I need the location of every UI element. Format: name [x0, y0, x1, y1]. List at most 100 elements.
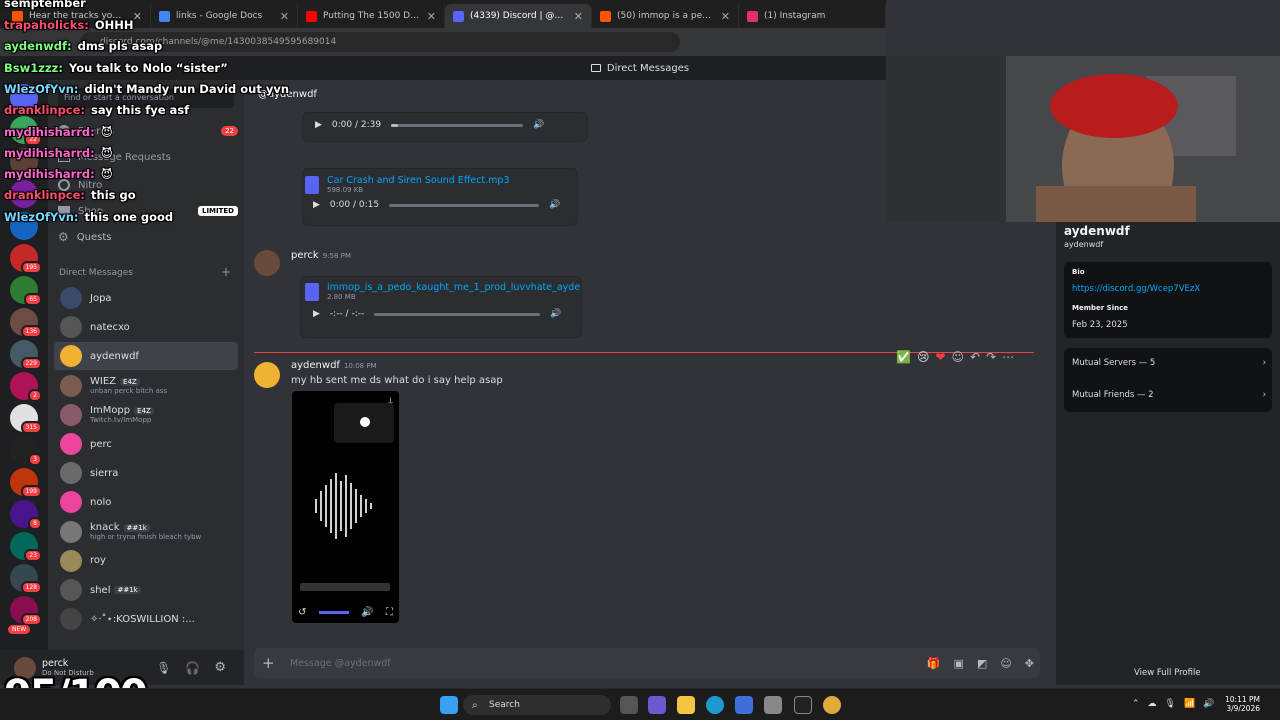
browser-tab[interactable]: Putting The 1500 Demon On A ✕: [298, 4, 445, 28]
chrome-icon[interactable]: [823, 696, 841, 714]
volume-icon[interactable]: 🔊: [549, 200, 560, 210]
add-attachment-icon[interactable]: +: [262, 654, 275, 672]
volume-icon[interactable]: 🔊: [550, 309, 561, 319]
dm-item[interactable]: ✧·˚⋆:KOSWILLION :...: [54, 605, 238, 633]
inbox-icon: [590, 64, 601, 72]
file-name[interactable]: immop_is_a_pedo_kaught_me_1_prod_luvvhat…: [327, 282, 580, 293]
headphones-icon[interactable]: 🎧: [185, 661, 200, 675]
streamer-webcam: [886, 56, 1280, 222]
mutual-friends-row[interactable]: Mutual Friends — 2 ›: [1072, 390, 1266, 400]
heart-reaction-icon[interactable]: ❤: [935, 350, 945, 364]
close-tab-icon[interactable]: ✕: [574, 10, 583, 23]
quests-nav-item[interactable]: ⚙ Quests: [58, 226, 238, 248]
play-icon[interactable]: ▶: [315, 120, 322, 130]
sticker-icon[interactable]: ◩: [977, 657, 987, 670]
server-icon[interactable]: 229: [10, 340, 42, 370]
server-icon[interactable]: 208: [10, 596, 42, 626]
author-avatar[interactable]: [254, 362, 280, 388]
message-author[interactable]: perck: [291, 250, 319, 261]
video-progress-bar[interactable]: [318, 610, 349, 614]
browser-tab[interactable]: links - Google Docs ✕: [151, 4, 298, 28]
fullscreen-icon[interactable]: ⛶: [386, 607, 393, 618]
audio-progress-bar[interactable]: [389, 203, 540, 207]
message-author[interactable]: aydenwdf: [291, 360, 340, 371]
edge-icon[interactable]: [706, 696, 724, 714]
dm-item[interactable]: perc: [54, 430, 238, 458]
emoji-icon[interactable]: ☺: [1000, 657, 1011, 670]
dm-text: ImMopp E4Z Twitch.tv/ImMopp: [90, 405, 154, 424]
discord-taskbar-icon[interactable]: [764, 696, 782, 714]
dm-item[interactable]: roy: [54, 547, 238, 575]
server-icon[interactable]: 128: [10, 564, 42, 594]
dm-item[interactable]: WIEZ E4Z unban perck bitch ass: [54, 372, 238, 400]
overlay-chat-line: dranklinpce: this go: [4, 188, 136, 202]
forward-icon[interactable]: ↷: [986, 350, 996, 364]
server-icon[interactable]: 315: [10, 404, 42, 434]
server-icon[interactable]: 136: [10, 308, 42, 338]
file-name[interactable]: Car Crash and Siren Sound Effect.mp3: [327, 175, 510, 186]
play-icon[interactable]: ▶: [313, 309, 320, 319]
address-bar[interactable]: discord.com/channels/@me/143003854959568…: [80, 32, 680, 52]
task-view-icon[interactable]: [620, 696, 638, 714]
overlay-chat-text: OHHH: [94, 18, 134, 32]
browser-tab[interactable]: (50) immop is a pedo/ kaught ✕: [592, 4, 739, 28]
gift-icon[interactable]: 🎁: [927, 657, 941, 670]
check-reaction-icon[interactable]: ✅: [896, 350, 911, 364]
more-icon[interactable]: ⋯: [1002, 350, 1014, 364]
dm-item[interactable]: ImMopp E4Z Twitch.tv/ImMopp: [54, 401, 238, 429]
mutuals-card: Mutual Servers — 5 › Mutual Friends — 2 ›: [1064, 348, 1272, 412]
replay-icon[interactable]: ↺: [298, 607, 306, 618]
app-taskbar-icon[interactable]: [794, 696, 812, 714]
server-icon[interactable]: 199: [10, 468, 42, 498]
apps-icon[interactable]: ✥: [1025, 657, 1034, 670]
browser-tab-active[interactable]: (4339) Discord | @aydenwdf ✕: [445, 4, 592, 28]
close-tab-icon[interactable]: ✕: [280, 10, 289, 23]
server-icon[interactable]: 8: [10, 500, 42, 530]
dm-item[interactable]: shel ##1k: [54, 576, 238, 604]
dm-name-row: WIEZ E4Z: [90, 376, 167, 387]
server-icon[interactable]: 2: [10, 372, 42, 402]
gif-icon[interactable]: ▣: [954, 657, 964, 670]
close-tab-icon[interactable]: ✕: [427, 10, 436, 23]
microphone-icon[interactable]: 🎙: [156, 661, 171, 675]
server-icon[interactable]: 195: [10, 244, 42, 274]
server-mention-badge: 195: [20, 261, 42, 274]
copilot-icon[interactable]: [648, 696, 666, 714]
volume-icon[interactable]: 🔊: [361, 607, 373, 618]
mutual-servers-row[interactable]: Mutual Servers — 5 ›: [1072, 358, 1266, 368]
message-actions: ✅ 😢 ❤ ☺ ↶ ↷ ⋯: [896, 350, 1014, 364]
close-tab-icon[interactable]: ✕: [721, 10, 730, 23]
cry-reaction-icon[interactable]: 😢: [917, 350, 930, 364]
audio-progress-bar[interactable]: [391, 123, 524, 127]
server-icon[interactable]: 23: [10, 532, 42, 562]
reply-icon[interactable]: ↶: [970, 350, 980, 364]
bio-link[interactable]: https://discord.gg/Wcep7VEzX: [1072, 284, 1200, 294]
author-avatar[interactable]: [254, 250, 280, 276]
add-reaction-icon[interactable]: ☺: [952, 350, 965, 364]
dm-item[interactable]: aydenwdf: [54, 342, 238, 371]
dm-item[interactable]: nolo: [54, 488, 238, 516]
server-icon[interactable]: 3: [10, 436, 42, 466]
taskbar-search[interactable]: ⌕ Search: [463, 695, 611, 715]
video-attachment[interactable]: ⤓ ↺ 🔊 ⛶: [292, 391, 399, 623]
file-explorer-icon[interactable]: [677, 696, 695, 714]
store-icon[interactable]: [735, 696, 753, 714]
dm-item[interactable]: Jopa: [54, 284, 238, 312]
audio-progress-bar[interactable]: [374, 312, 541, 316]
volume-icon[interactable]: 🔊: [533, 120, 544, 130]
settings-gear-icon[interactable]: ⚙: [214, 660, 226, 675]
dm-name-row: aydenwdf: [90, 351, 139, 362]
view-full-profile-link[interactable]: View Full Profile: [1134, 668, 1201, 678]
browser-tab[interactable]: (1) Instagram: [739, 4, 886, 28]
close-tab-icon[interactable]: ✕: [133, 10, 142, 23]
clock[interactable]: 10:11 PM 3/9/2026: [1225, 695, 1260, 713]
create-dm-button[interactable]: +: [221, 266, 231, 278]
play-icon[interactable]: ▶: [313, 200, 320, 210]
server-mention-badge: 3: [28, 453, 42, 466]
message-input[interactable]: + Message @aydenwdf 🎁 ▣ ◩ ☺ ✥: [254, 648, 1040, 678]
dm-item[interactable]: natecxo: [54, 313, 238, 341]
windows-start-icon[interactable]: [440, 696, 458, 714]
dm-item[interactable]: sierra: [54, 459, 238, 487]
server-icon[interactable]: 65: [10, 276, 42, 306]
dm-item[interactable]: knack ##1k high or tryna finish bleach tyb…: [54, 518, 238, 546]
